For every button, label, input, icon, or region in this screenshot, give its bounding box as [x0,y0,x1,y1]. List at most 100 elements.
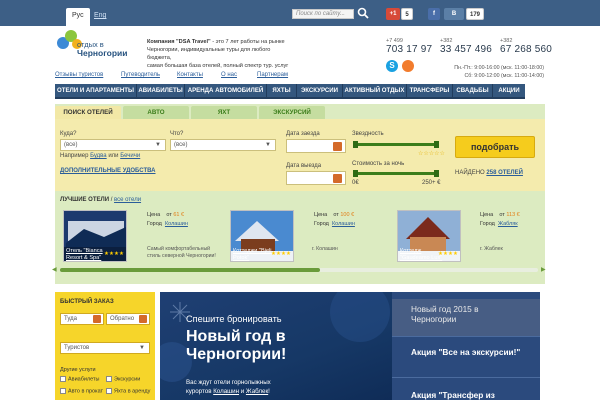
tab-yachts[interactable]: ЯХТ [191,106,257,119]
search-hotels-button[interactable]: подобрать [455,136,535,158]
chevron-down-icon: ▼ [139,345,145,351]
nav-weddings[interactable]: СВАДЬБЫ [453,84,493,97]
scrollbar-thumb[interactable] [60,268,320,272]
chevron-down-icon: ▼ [265,142,271,148]
hotel-1-info: Цена от 61 € Город Колашин [147,212,188,227]
hotel-card-1[interactable]: Отель "Bianca Resort & Spa" ★★★★ [63,210,127,262]
calendar-icon[interactable] [333,142,342,151]
banner-title: Новый год в Черногории! [186,328,287,363]
quick-back-date[interactable]: Обратно [106,313,150,325]
link-guide[interactable]: Путеводитель [121,72,160,78]
cost-label: Стоимость за ночь [352,161,405,167]
filter-tabs: ПОИСК ОТЕЛЕЙ АВТО ЯХТ ЭКСКУРСИЙ [55,106,545,119]
gplus-button[interactable]: +1 [386,8,400,20]
gplus-count: 5 [401,8,413,20]
link-reviews[interactable]: Отзывы туристов [55,72,103,78]
hotel-card-3[interactable]: Коттедж "Gaudeamo Lux" ★★★★ [397,210,461,262]
tab-excursions[interactable]: ЭКСКУРСИЙ [259,106,325,119]
nav-promos[interactable]: АКЦИИ [493,84,525,97]
search-input[interactable]: Поиск по сайту... [292,9,354,19]
tab-auto[interactable]: АВТО [123,106,189,119]
hotels-scrollbar[interactable] [60,268,538,272]
nav-flights[interactable]: АВИАБИЛЕТЫ [137,84,185,97]
where-label: Куда? [60,131,77,137]
cost-min: 0€ [352,180,359,186]
nav-excursions[interactable]: ЭКСКУРСИИ [297,84,343,97]
hotel-1-desc: Самый комфортабельный стиль северной Чер… [147,246,216,259]
link-about[interactable]: О нас [221,72,237,78]
example-becici[interactable]: Бечичи [120,153,140,159]
vk-icon[interactable]: В [444,8,464,20]
what-label: Что? [170,131,184,137]
example-budva[interactable]: Будва [90,153,107,159]
all-hotels-link[interactable]: все отели [114,197,141,203]
calendar-icon[interactable] [93,315,101,323]
cost-handle-min[interactable] [353,170,358,177]
hotel-2-city[interactable]: Колашин [332,221,355,227]
search-icon[interactable] [357,7,369,19]
service-car[interactable]: Авто в прокат [60,388,103,394]
calendar-icon[interactable] [333,174,342,183]
where-select[interactable]: (все) ▼ [60,139,166,151]
found-link[interactable]: 258 ОТЕЛЕЙ [486,170,523,176]
arrival-date[interactable] [286,139,346,153]
service-yacht[interactable]: Яхта в аренду [106,388,150,394]
nav-hotels[interactable]: ОТЕЛИ И АПАРТАМЕНТЫ [55,84,137,97]
chevron-down-icon: ▼ [155,142,161,148]
skype-icon[interactable]: S [386,60,398,72]
phone-ru[interactable]: +7 499 703 17 97 [386,38,432,55]
phone-me-1[interactable]: +382 33 457 496 [440,38,492,55]
mail-icon[interactable] [402,60,414,72]
hotel-3-city[interactable]: Жабляк [498,221,518,227]
best-hotels-title: ЛУЧШИЕ ОТЕЛИ / все отели [60,197,142,203]
quick-there-date[interactable]: Туда [60,313,104,325]
facebook-icon[interactable]: f [428,8,440,20]
nav-yachts[interactable]: ЯХТЫ [267,84,297,97]
promo-item-excursions[interactable]: Акция "Все на экскурсии!" [392,342,540,378]
amenities-link[interactable]: ДОПОЛНИТЕЛЬНЫЕ УДОБСТВА [60,168,156,174]
stars-slider[interactable] [353,141,439,148]
quick-tourists-select[interactable]: Туристов ▼ [60,342,150,354]
hotel-2-info: Цена от 100 € Город Колашин [314,212,355,227]
departure-date[interactable] [286,171,346,185]
scroll-left-icon[interactable]: ◀ [52,266,60,274]
cost-max: 250+ € [422,180,441,186]
what-select[interactable]: (все) ▼ [170,139,276,151]
found-count: НАЙДЕНО 258 ОТЕЛЕЙ [455,170,523,176]
banner-link-kolasin[interactable]: Колашин [213,388,239,395]
promo-item-transfer[interactable]: Акция "Трансфер из [392,385,540,405]
phone-me-2[interactable]: +382 67 268 560 [500,38,552,55]
sub-links: Отзывы туристов Путеводитель Контакты О … [55,72,385,80]
calendar-icon[interactable] [139,315,147,323]
cost-handle-max[interactable] [434,170,439,177]
nav-active[interactable]: АКТИВНЫЙ ОТДЫХ [343,84,407,97]
link-partners[interactable]: Партнерам [257,72,288,78]
nav-transfers[interactable]: ТРАНСФЕРЫ [407,84,453,97]
logo[interactable]: отдых в Черногории [55,28,139,64]
hotel-card-2[interactable]: Коттеджи "Bjeli Potok" ★★★★ [230,210,294,262]
tab-hotels[interactable]: ПОИСК ОТЕЛЕЙ [55,106,121,119]
main-nav: ОТЕЛИ И АПАРТАМЕНТЫ АВИАБИЛЕТЫ АРЕНДА АВ… [55,84,525,99]
hotel-2-desc: г. Колашин [312,246,338,252]
hotel-3-desc: г. Жаблек [480,246,503,252]
service-excursions[interactable]: Экскурсии [106,376,140,382]
cost-slider[interactable] [353,170,439,177]
departure-label: Дата выезда [286,163,322,169]
quick-order-title: БЫСТРЫЙ ЗАКАЗ [60,299,114,305]
company-description: Компания "DSA Travel" - это 7 лет работы… [147,39,289,69]
banner-subtitle: Спешите бронировать [186,314,282,324]
hotel-1-city[interactable]: Колашин [165,221,188,227]
lang-ru[interactable]: Рус [66,8,90,26]
scroll-right-icon[interactable]: ▶ [541,266,549,274]
vk-count: 179 [466,8,484,20]
lang-en[interactable]: Eng [88,8,112,26]
link-contacts[interactable]: Контакты [177,72,203,78]
stars-handle-max[interactable] [434,141,439,148]
stars-handle-min[interactable] [353,141,358,148]
service-flights[interactable]: Авиабилеты [60,376,100,382]
banner-link-zabljak[interactable]: Жаблек [246,388,268,395]
nav-car-rental[interactable]: АРЕНДА АВТОМОБИЛЕЙ [185,84,267,97]
promo-item-newyear[interactable]: Новый год 2015 в Черногории [392,299,540,337]
logo-text: отдых в Черногории [77,40,128,58]
hotel-3-info: Цена от 113 € Город Жабляк [480,212,520,227]
